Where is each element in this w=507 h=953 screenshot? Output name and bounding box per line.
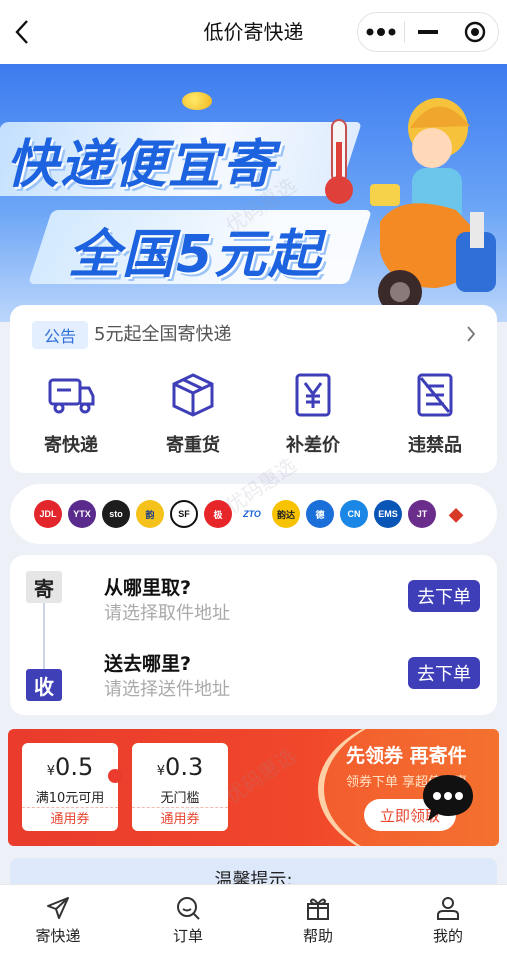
coupon-card[interactable]: ¥0.5 满10元可用 通用券 [22, 743, 118, 831]
bottom-tab-bar: 寄快递 订单 帮助 我的 [0, 884, 507, 953]
tab-label: 寄快递 [35, 927, 81, 945]
chevron-right-icon[interactable] [466, 325, 476, 343]
coupon-type: 通用券 [132, 807, 228, 831]
anneng-logo: ◆ [442, 500, 470, 528]
minus-icon [418, 30, 439, 34]
tab-label: 我的 [432, 927, 463, 945]
notice-services-card: 公告 5元起全国寄快递 寄快递 寄重货 补差价 违禁品 [10, 305, 497, 473]
service-prohibited-items[interactable]: 违禁品 [380, 369, 490, 465]
service-send-express[interactable]: 寄快递 [16, 369, 126, 465]
minimize-button[interactable] [405, 13, 451, 51]
tab-help[interactable]: 帮助 [273, 895, 363, 947]
prohibited-icon [417, 373, 453, 417]
thermometer-icon [325, 119, 353, 204]
pickup-address-field[interactable]: 请选择取件地址 [104, 599, 230, 625]
coupon-condition: 满10元可用 [35, 791, 105, 806]
yunda-logo: 韵 [136, 500, 164, 528]
ytx-logo: YTX [68, 500, 96, 528]
delivery-title[interactable]: 送去哪里? [104, 649, 191, 676]
order-button-pickup[interactable]: 去下单 [408, 580, 480, 612]
sender-tag: 寄 [26, 571, 62, 603]
sf-logo: SF [170, 500, 198, 528]
tab-label: 订单 [172, 927, 203, 945]
courier-scooter-illustration [370, 98, 496, 314]
gift-icon [307, 898, 329, 920]
jdl-logo: JDL [34, 500, 62, 528]
mini-program-capsule [357, 12, 499, 52]
order-button-delivery[interactable]: 去下单 [408, 657, 480, 689]
notice-tag: 公告 [32, 321, 88, 349]
box-icon [172, 373, 214, 417]
banner-headline: 快递便宜寄 [6, 135, 277, 195]
chevron-left-icon [15, 20, 28, 44]
best-logo: 极 [204, 500, 232, 528]
deppon-logo: 德 [306, 500, 334, 528]
service-label: 寄快递 [44, 435, 98, 456]
close-program-button[interactable] [452, 13, 498, 51]
cainiao-logo: CN [340, 500, 368, 528]
search-order-icon [177, 897, 200, 920]
notice-text[interactable]: 5元起全国寄快递 [94, 321, 231, 349]
delivery-address-field[interactable]: 请选择送件地址 [104, 675, 230, 701]
back-button[interactable] [8, 16, 36, 48]
top-nav-bar: 低价寄快递 [0, 0, 507, 64]
zto-logo: ZTO [238, 500, 266, 528]
target-icon [464, 21, 485, 43]
coupon-value: ¥0.3 [156, 753, 204, 781]
service-label: 寄重货 [166, 435, 220, 456]
receiver-tag: 收 [26, 669, 62, 701]
yen-icon [295, 373, 331, 417]
sto-logo: sto [102, 500, 130, 528]
truck-icon [48, 378, 95, 414]
coupon-card[interactable]: ¥0.3 无门槛 通用券 [132, 743, 228, 831]
send-icon [47, 897, 69, 919]
tab-profile[interactable]: 我的 [403, 895, 493, 947]
jt-logo: JT [408, 500, 436, 528]
promo-banner[interactable]: 快递便宜寄 全国5元起 [0, 64, 507, 322]
coupon-type: 通用券 [22, 807, 118, 831]
banner-subheadline: 全国5元起 [68, 225, 323, 285]
service-label: 违禁品 [408, 435, 462, 456]
service-label: 补差价 [286, 435, 340, 456]
pickup-title[interactable]: 从哪里取? [104, 573, 191, 600]
chat-bubble-icon[interactable] [420, 772, 476, 824]
user-icon [437, 897, 459, 920]
coupon-value: ¥0.5 [46, 753, 94, 781]
yto-logo: 韵达 [272, 500, 300, 528]
more-dots-icon [366, 28, 396, 36]
service-heavy-cargo[interactable]: 寄重货 [138, 369, 248, 465]
tab-send-express[interactable]: 寄快递 [13, 895, 103, 947]
more-button[interactable] [358, 13, 404, 51]
tab-label: 帮助 [302, 927, 333, 945]
coin-decoration [182, 92, 212, 110]
ems-logo: EMS [374, 500, 402, 528]
address-card: 寄 收 从哪里取? 请选择取件地址 去下单 送去哪里? 请选择送件地址 去下单 [10, 555, 497, 715]
coupon-condition: 无门槛 [160, 791, 200, 806]
address-connector-line [43, 603, 45, 669]
promo-title: 先领券 再寄件 [346, 745, 467, 767]
service-pay-difference[interactable]: 补差价 [258, 369, 368, 465]
carrier-logos-bar: JDL YTX sto 韵 SF 极 ZTO 韵达 德 CN EMS JT ◆ [10, 484, 497, 544]
tab-orders[interactable]: 订单 [143, 895, 233, 947]
coupon-notch [108, 769, 122, 783]
